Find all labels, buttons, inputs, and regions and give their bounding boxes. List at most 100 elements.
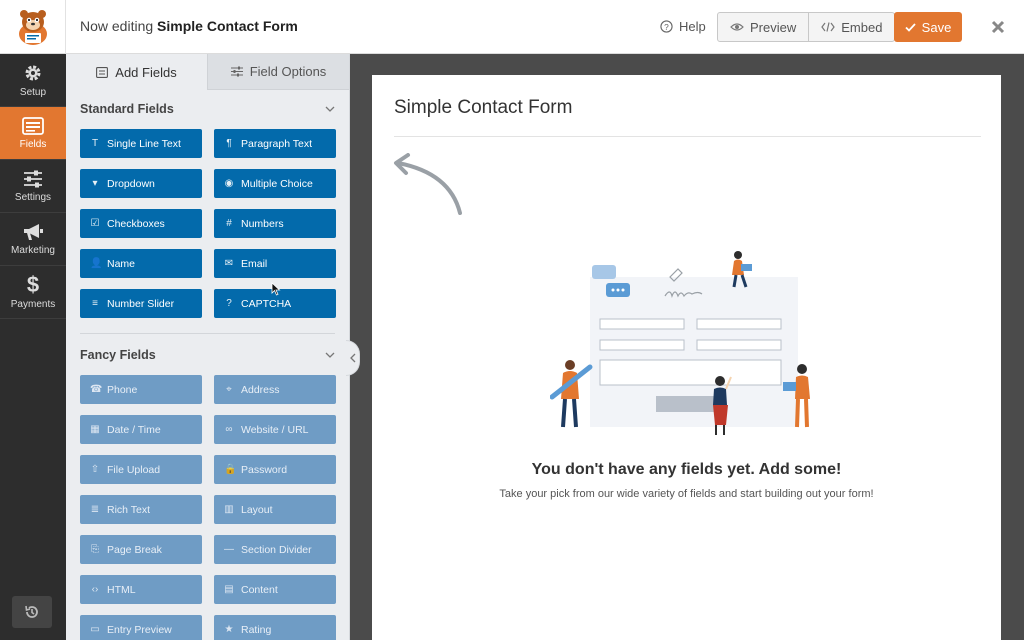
field-label: Phone — [107, 383, 138, 396]
field-label: Address — [241, 383, 280, 396]
nav-item-payments[interactable]: $ Payments — [0, 266, 66, 319]
empty-state-heading: You don't have any fields yet. Add some! — [531, 461, 842, 478]
field-label: Date / Time — [107, 423, 161, 436]
text-icon: T — [91, 138, 99, 149]
field-button-password[interactable]: 🔒 Password — [214, 455, 336, 484]
fancy-fields-header[interactable]: Fancy Fields — [66, 337, 349, 373]
field-button-date-time[interactable]: ▦ Date / Time — [80, 415, 202, 444]
fields-panel: Add Fields Field Options Standard Fields… — [66, 54, 350, 640]
svg-text:?: ? — [664, 22, 669, 32]
fancy-fields-title: Fancy Fields — [80, 348, 156, 362]
field-button-rating[interactable]: ★ Rating — [214, 615, 336, 640]
field-label: Page Break — [107, 543, 162, 556]
field-label: Multiple Choice — [241, 177, 313, 190]
field-label: Entry Preview — [107, 623, 172, 636]
field-button-single-line-text[interactable]: T Single Line Text — [80, 129, 202, 158]
field-label: Number Slider — [107, 297, 175, 310]
link-icon: ∞ — [225, 424, 233, 435]
field-button-checkboxes[interactable]: ☑ Checkboxes — [80, 209, 202, 238]
embed-label: Embed — [841, 19, 883, 35]
preview-button[interactable]: Preview — [718, 13, 808, 41]
gear-icon — [25, 65, 41, 80]
question-icon: ? — [226, 298, 232, 309]
field-button-numbers[interactable]: # Numbers — [214, 209, 336, 238]
calendar-icon: ▦ — [90, 424, 100, 435]
editing-title: Now editing Simple Contact Form — [80, 18, 298, 34]
field-label: Checkboxes — [107, 217, 165, 230]
tab-add-fields[interactable]: Add Fields — [66, 54, 207, 90]
field-label: Numbers — [241, 217, 284, 230]
divider-icon: — — [224, 544, 234, 555]
dollar-icon: $ — [26, 271, 40, 297]
field-button-section-divider[interactable]: — Section Divider — [214, 535, 336, 564]
field-label: Email — [241, 257, 268, 270]
field-label: Website / URL — [241, 423, 309, 436]
field-button-content[interactable]: ▤ Content — [214, 575, 336, 604]
embed-button[interactable]: Embed — [808, 13, 894, 41]
user-icon: 👤 — [90, 258, 103, 269]
field-button-paragraph-text[interactable]: ¶ Paragraph Text — [214, 129, 336, 158]
field-button-multiple-choice[interactable]: ◉ Multiple Choice — [214, 169, 336, 198]
nav-label-setup: Setup — [19, 86, 47, 98]
save-button[interactable]: Save — [894, 12, 962, 42]
wpforms-logo[interactable] — [0, 0, 66, 54]
field-button-address[interactable]: ⌖ Address — [214, 375, 336, 404]
empty-state-text: Take your pick from our wide variety of … — [499, 488, 874, 500]
field-button-html[interactable]: ‹› HTML — [80, 575, 202, 604]
field-button-rich-text[interactable]: ≣ Rich Text — [80, 495, 202, 524]
hash-icon: # — [226, 218, 232, 229]
form-title[interactable]: Simple Contact Form — [394, 97, 572, 119]
chevron-up-icon — [325, 106, 335, 112]
help-button[interactable]: ? Help — [660, 19, 706, 34]
field-button-file-upload[interactable]: ⇧ File Upload — [80, 455, 202, 484]
fancy-fields-grid: ☎ Phone ⌖ Address ▦ Date / Time ∞ Website / … — [66, 373, 349, 640]
field-button-phone[interactable]: ☎ Phone — [80, 375, 202, 404]
revisions-button[interactable] — [12, 596, 52, 628]
field-button-name[interactable]: 👤 Name — [80, 249, 202, 278]
field-button-email[interactable]: ✉ Email — [214, 249, 336, 278]
code-icon: ‹› — [91, 584, 99, 595]
field-label: Name — [107, 257, 136, 270]
nav-item-marketing[interactable]: Marketing — [0, 213, 66, 266]
field-button-number-slider[interactable]: ≡ Number Slider — [80, 289, 202, 318]
form-preview-card: Simple Contact Form You don't have any f… — [372, 75, 1001, 640]
close-icon — [991, 20, 1005, 34]
nav-label-payments: Payments — [10, 298, 56, 310]
slider-icon: ≡ — [92, 298, 98, 309]
map-pin-icon: ⌖ — [226, 384, 232, 395]
field-button-layout[interactable]: ▥ Layout — [214, 495, 336, 524]
section-divider — [80, 333, 335, 334]
star-icon: ★ — [224, 624, 234, 635]
sliders-icon — [24, 170, 42, 187]
standard-fields-title: Standard Fields — [80, 102, 174, 116]
title-divider — [394, 136, 981, 137]
upload-icon: ⇧ — [90, 464, 100, 475]
nav-item-settings[interactable]: Settings — [0, 160, 66, 213]
curved-arrow-icon — [394, 153, 462, 215]
preview-label: Preview — [750, 19, 797, 35]
top-bar: Now editing Simple Contact Form ? Help P… — [0, 0, 1024, 54]
field-label: Password — [241, 463, 288, 476]
field-button-page-break[interactable]: ⎘ Page Break — [80, 535, 202, 564]
megaphone-icon — [24, 223, 43, 240]
field-label: CAPTCHA — [241, 297, 292, 310]
close-button[interactable] — [980, 9, 1016, 45]
phone-icon: ☎ — [90, 384, 103, 395]
chevron-down-icon — [325, 352, 335, 358]
nav-item-setup[interactable]: Setup — [0, 54, 66, 107]
standard-fields-grid: T Single Line Text ¶ Paragraph Text ▾ Dropd… — [66, 127, 349, 318]
list-icon — [96, 66, 109, 78]
tab-field-options[interactable]: Field Options — [207, 54, 349, 90]
field-button-website-url[interactable]: ∞ Website / URL — [214, 415, 336, 444]
chevron-left-icon — [349, 353, 355, 363]
nav-label-marketing: Marketing — [11, 244, 55, 256]
field-label: Paragraph Text — [241, 137, 313, 150]
field-label: Rating — [241, 623, 272, 636]
field-button-dropdown[interactable]: ▾ Dropdown — [80, 169, 202, 198]
field-label: Rich Text — [107, 503, 150, 516]
field-button-entry-preview[interactable]: ▭ Entry Preview — [80, 615, 202, 640]
empty-form-illustration — [550, 251, 810, 435]
check-icon — [905, 22, 916, 32]
standard-fields-header[interactable]: Standard Fields — [66, 91, 349, 127]
nav-item-fields[interactable]: Fields — [0, 107, 66, 160]
